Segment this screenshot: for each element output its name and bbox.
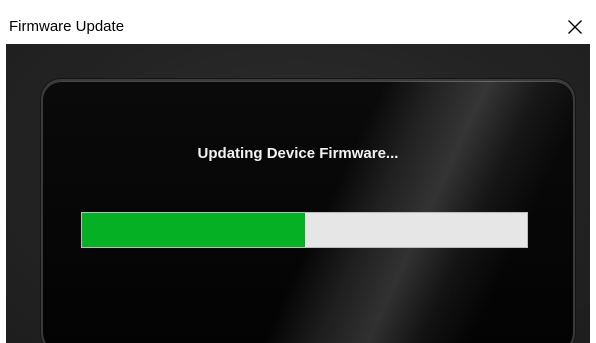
dialog-body bbox=[6, 44, 590, 343]
progress-bar-fill bbox=[82, 213, 305, 247]
progress-bar bbox=[81, 212, 528, 248]
close-icon bbox=[567, 19, 583, 35]
status-message: Updating Device Firmware... bbox=[197, 145, 399, 162]
close-button[interactable] bbox=[554, 10, 596, 44]
title-bar[interactable]: Firmware Update bbox=[0, 0, 596, 44]
window-title: Firmware Update bbox=[9, 18, 125, 35]
firmware-update-window: Firmware Update Updating Device Firmware… bbox=[0, 0, 596, 343]
